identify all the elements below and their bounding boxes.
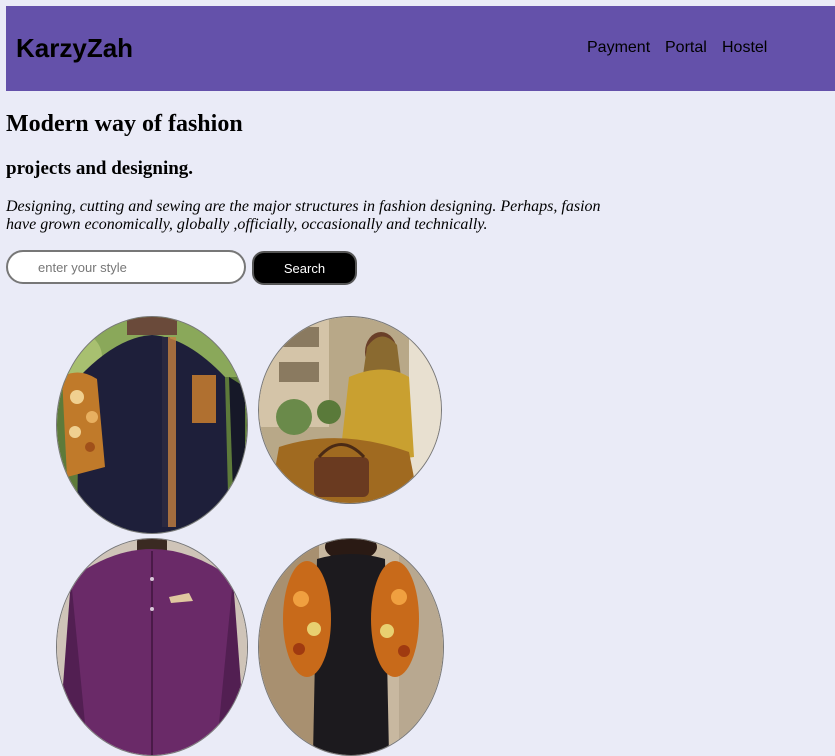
brand-logo-text[interactable]: KarzyZah [16, 33, 133, 63]
nav-link-hostel[interactable]: Hostel [722, 38, 767, 58]
nav-link-portal[interactable]: Portal [665, 38, 707, 58]
search-input[interactable] [6, 250, 246, 284]
fashion-photo-purple-shirt [56, 538, 248, 756]
nav-link-payment[interactable]: Payment [587, 38, 650, 58]
fashion-photo-yellow-dress [258, 316, 442, 504]
page-subtitle: projects and designing. [6, 158, 194, 179]
navbar: KarzyZah Payment Portal Hostel [6, 6, 835, 91]
page-title: Modern way of fashion [6, 111, 243, 137]
fashion-photo-black-dress [258, 538, 444, 756]
page-description: Designing, cutting and sewing are the ma… [6, 198, 601, 233]
search-button[interactable]: Search [252, 251, 357, 285]
fashion-photo-dark-shirt [56, 316, 248, 534]
